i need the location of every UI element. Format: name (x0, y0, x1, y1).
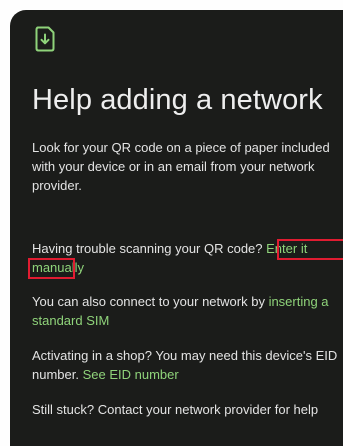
page-title: Help adding a network (32, 84, 323, 116)
sim-download-icon (35, 26, 55, 52)
sim-paragraph: You can also connect to your network by … (32, 292, 343, 330)
screen: Help adding a network Look for your QR c… (0, 0, 343, 446)
see-eid-link[interactable]: See EID number (83, 367, 179, 382)
shop-paragraph: Activating in a shop? You may need this … (32, 346, 343, 384)
highlight-box-manually (28, 258, 75, 279)
trouble-text: Having trouble scanning your QR code? (32, 241, 267, 256)
sim-text: You can also connect to your network by (32, 294, 269, 309)
shop-text: Activating in a shop? You may need this … (32, 348, 338, 382)
intro-text: Look for your QR code on a piece of pape… (32, 140, 330, 193)
highlight-box-enter-it (277, 239, 343, 260)
stuck-text: Still stuck? Contact your network provid… (32, 402, 319, 417)
help-panel: Help adding a network Look for your QR c… (10, 10, 343, 446)
